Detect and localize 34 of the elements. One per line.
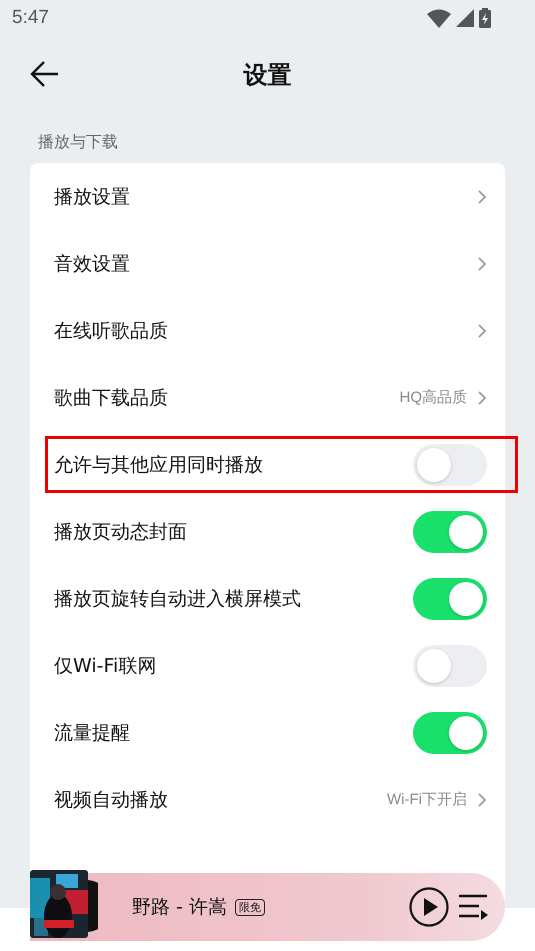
chevron-right-icon xyxy=(477,322,487,338)
chevron-right-icon xyxy=(477,188,487,204)
toggle-switch[interactable] xyxy=(413,644,487,686)
toggle-switch[interactable] xyxy=(413,510,487,552)
chevron-right-icon xyxy=(477,792,487,808)
toggle-switch[interactable] xyxy=(413,712,487,754)
back-arrow-icon[interactable] xyxy=(30,60,60,88)
setting-label[interactable]: 播放页旋转自动进入横屏模式 xyxy=(54,586,413,612)
setting-label[interactable]: 音效设置 xyxy=(54,250,477,276)
toggle-switch[interactable] xyxy=(413,578,487,620)
setting-value: Wi-Fi下开启 xyxy=(387,790,467,809)
setting-label[interactable]: 播放页动态封面 xyxy=(54,518,413,544)
signal-icon xyxy=(456,9,474,27)
play-icon[interactable] xyxy=(409,887,449,927)
wifi-icon xyxy=(427,8,451,28)
setting-label[interactable]: 歌曲下载品质 xyxy=(54,384,400,410)
setting-label[interactable]: 播放设置 xyxy=(54,184,477,210)
free-badge: 限免 xyxy=(234,898,265,916)
battery-icon xyxy=(479,8,491,28)
setting-label[interactable]: 仅Wi-Fi联网 xyxy=(54,652,413,678)
status-time: 5:47 xyxy=(12,7,49,29)
toggle-switch[interactable] xyxy=(413,444,487,486)
song-title: 野路 - 许嵩 xyxy=(132,895,227,920)
setting-label[interactable]: 视频自动播放 xyxy=(54,786,388,812)
section-label: 播放与下载 xyxy=(37,131,119,149)
mini-player[interactable]: 野路 - 许嵩 限免 xyxy=(30,873,505,941)
setting-label[interactable]: 允许与其他应用同时播放 xyxy=(54,452,413,478)
chevron-right-icon xyxy=(477,390,487,406)
playlist-icon[interactable] xyxy=(459,894,489,920)
setting-label[interactable]: 流量提醒 xyxy=(54,720,413,746)
page-title: 设置 xyxy=(244,60,292,91)
setting-label[interactable]: 在线听歌品质 xyxy=(54,318,477,344)
chevron-right-icon xyxy=(477,256,487,272)
setting-value: HQ高品质 xyxy=(400,388,467,407)
